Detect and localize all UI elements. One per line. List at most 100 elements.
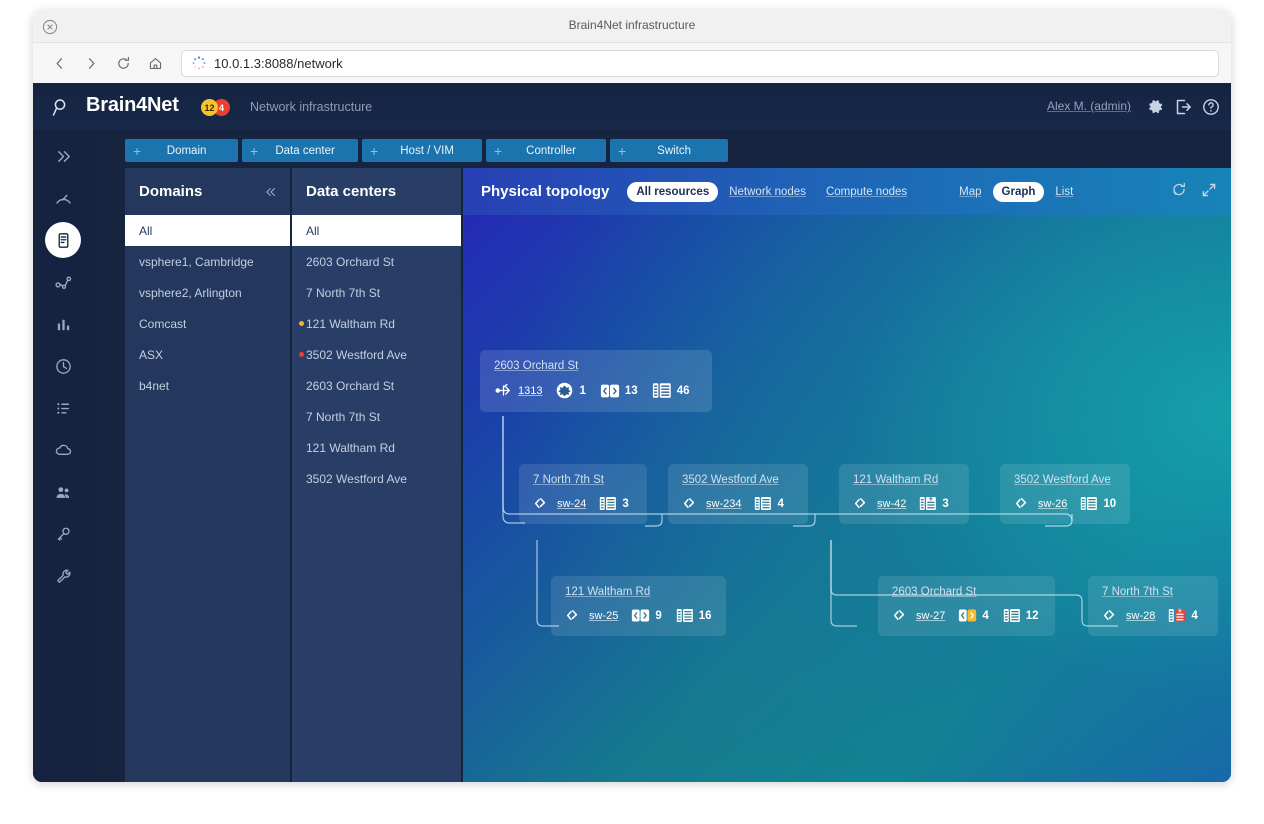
- tab-all-resources[interactable]: All resources: [627, 182, 718, 202]
- node-metric-value: 4: [1191, 610, 1197, 622]
- svg-text:✳: ✳: [1178, 607, 1184, 615]
- ports-icon: [1003, 607, 1021, 624]
- switch-warning-icon: [958, 607, 977, 624]
- loading-spinner-icon: [192, 56, 206, 70]
- dc-item-3[interactable]: 121 Waltham Rd: [292, 308, 461, 339]
- topology-icon[interactable]: [45, 264, 81, 300]
- refresh-icon[interactable]: [1171, 182, 1187, 203]
- add-switch-button[interactable]: + Switch: [610, 139, 728, 162]
- node-name: 3502 Westford Ave: [682, 474, 794, 486]
- node-device-id[interactable]: sw-26: [1038, 498, 1067, 510]
- tab-network-nodes[interactable]: Network nodes: [720, 182, 815, 202]
- reload-icon[interactable]: [109, 49, 137, 77]
- add-host-vim-button[interactable]: + Host / VIM: [362, 139, 482, 162]
- dc-item-1[interactable]: 2603 Orchard St: [292, 246, 461, 277]
- user-menu[interactable]: Alex M. (admin): [1047, 99, 1131, 113]
- domain-label: vsphere2, Arlington: [139, 286, 242, 300]
- add-controller-button[interactable]: + Controller: [486, 139, 606, 162]
- logout-icon[interactable]: [1173, 97, 1193, 117]
- domain-label: b4net: [139, 379, 169, 393]
- forward-arrow-icon[interactable]: [77, 49, 105, 77]
- node-sw-234[interactable]: 3502 Westford Ave sw-234 4: [668, 464, 808, 524]
- dc-item-4[interactable]: 3502 Westford Ave: [292, 339, 461, 370]
- node-sw-28[interactable]: 7 North 7th St sw-28 ✳ 4: [1088, 576, 1218, 636]
- dc-item-5[interactable]: 2603 Orchard St: [292, 370, 461, 401]
- domain-item-asx[interactable]: ASX: [125, 339, 290, 370]
- node-sw-42[interactable]: 121 Waltham Rd sw-42 ✳ 3: [839, 464, 969, 524]
- back-arrow-icon[interactable]: [45, 49, 73, 77]
- add-domain-button[interactable]: + Domain: [125, 139, 238, 162]
- create-actions: + Domain + Data center + Host / VIM + Co…: [125, 139, 728, 162]
- node-name: 121 Waltham Rd: [853, 474, 955, 486]
- help-icon[interactable]: [1201, 97, 1221, 117]
- node-device-id[interactable]: 1313: [518, 385, 542, 397]
- dc-item-7[interactable]: 121 Waltham Rd: [292, 432, 461, 463]
- clock-icon[interactable]: [45, 348, 81, 384]
- tab-compute-nodes[interactable]: Compute nodes: [817, 182, 916, 202]
- dc-item-2[interactable]: 7 North 7th St: [292, 277, 461, 308]
- tab-list[interactable]: List: [1046, 182, 1082, 202]
- add-data-center-button[interactable]: + Data center: [242, 139, 358, 162]
- dc-item-6[interactable]: 7 North 7th St: [292, 401, 461, 432]
- svg-text:✳: ✳: [929, 495, 935, 503]
- add-switch-label: Switch: [634, 145, 714, 157]
- domain-item-comcast[interactable]: Comcast: [125, 308, 290, 339]
- node-sw-24[interactable]: 7 North 7th St sw-24 3: [519, 464, 647, 524]
- status-dot-warning: [299, 321, 304, 326]
- chevron-double-right-icon[interactable]: [45, 138, 81, 174]
- bar-chart-icon[interactable]: [45, 306, 81, 342]
- home-icon[interactable]: [141, 49, 169, 77]
- chevron-double-left-icon[interactable]: [264, 185, 278, 202]
- data-centers-panel: Data centers All 2603 Orchard St 7 North…: [292, 168, 461, 782]
- node-device-id[interactable]: sw-27: [916, 610, 945, 622]
- node-sw-25[interactable]: 121 Waltham Rd sw-25 9 16: [551, 576, 726, 636]
- node-name: 121 Waltham Rd: [565, 586, 712, 598]
- domain-label: Comcast: [139, 317, 186, 331]
- warning-badge[interactable]: 12: [201, 99, 218, 116]
- expand-icon[interactable]: [1201, 182, 1217, 203]
- ports-alert-icon: ✳: [919, 495, 937, 512]
- node-name: 7 North 7th St: [1102, 586, 1204, 598]
- ports-icon: [1080, 495, 1098, 512]
- add-domain-label: Domain: [149, 145, 224, 157]
- url-bar[interactable]: 10.0.1.3:8088/network: [181, 50, 1219, 77]
- node-metrics: sw-27 4 12: [892, 607, 1041, 624]
- search-icon[interactable]: [51, 96, 73, 118]
- node-sw-26[interactable]: 3502 Westford Ave sw-26 10: [1000, 464, 1130, 524]
- domain-item-vsphere1[interactable]: vsphere1, Cambridge: [125, 246, 290, 277]
- node-device-id[interactable]: sw-42: [877, 498, 906, 510]
- node-device-id[interactable]: sw-25: [589, 610, 618, 622]
- dc-item-8[interactable]: 3502 Westford Ave: [292, 463, 461, 494]
- domain-item-vsphere2[interactable]: vsphere2, Arlington: [125, 277, 290, 308]
- users-icon[interactable]: [45, 474, 81, 510]
- cloud-icon[interactable]: [45, 432, 81, 468]
- node-metric-value: 12: [1026, 610, 1039, 622]
- node-root[interactable]: 2603 Orchard St 1313 1: [480, 350, 712, 412]
- gear-icon[interactable]: [1145, 97, 1165, 117]
- gauge-icon[interactable]: [45, 180, 81, 216]
- node-metric-value: 4: [982, 610, 988, 622]
- tab-map[interactable]: Map: [950, 182, 990, 202]
- node-device-id[interactable]: sw-234: [706, 498, 741, 510]
- tab-graph[interactable]: Graph: [993, 182, 1045, 202]
- domain-item-all[interactable]: All: [125, 215, 290, 246]
- wrench-icon[interactable]: [45, 558, 81, 594]
- node-device-id[interactable]: sw-28: [1126, 610, 1155, 622]
- key-icon[interactable]: [45, 516, 81, 552]
- domain-item-b4net[interactable]: b4net: [125, 370, 290, 401]
- ports-icon: [754, 495, 772, 512]
- node-sw-27[interactable]: 2603 Orchard St sw-27 4 12: [878, 576, 1055, 636]
- dc-label: 121 Waltham Rd: [306, 441, 395, 455]
- node-metrics: sw-25 9 16: [565, 607, 712, 624]
- server-icon[interactable]: [45, 222, 81, 258]
- domain-label: ASX: [139, 348, 163, 362]
- node-device-id[interactable]: sw-24: [557, 498, 586, 510]
- node-name: 2603 Orchard St: [892, 586, 1041, 598]
- browser-navbar: 10.0.1.3:8088/network: [33, 43, 1231, 83]
- dc-item-all[interactable]: All: [292, 215, 461, 246]
- add-host-vim-label: Host / VIM: [386, 145, 468, 157]
- dc-label: 2603 Orchard St: [306, 255, 394, 269]
- list-icon[interactable]: [45, 390, 81, 426]
- switch-icon: [631, 607, 650, 624]
- header-badges[interactable]: 12 4: [201, 99, 230, 116]
